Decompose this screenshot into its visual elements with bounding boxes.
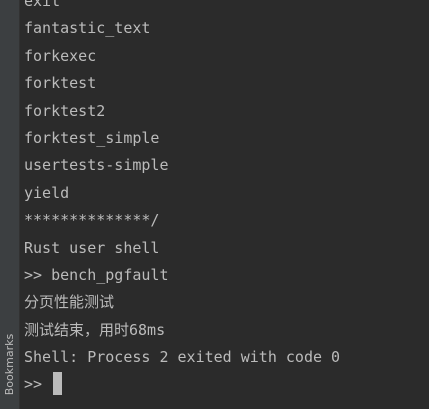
terminal-input-line[interactable]: >> <box>24 371 429 398</box>
terminal-line: forktest_simple <box>24 128 160 147</box>
terminal-line: usertests-simple <box>24 156 169 175</box>
terminal-line: forkexec <box>24 46 97 65</box>
terminal-line: Shell: Process 2 exited with code 0 <box>24 348 341 367</box>
terminal-line: >> bench_pgfault <box>24 265 169 284</box>
bookmarks-tab-label: Bookmarks <box>3 333 16 395</box>
shell-prompt: >> <box>24 375 52 394</box>
terminal-output[interactable]: exit fantastic_text forkexec forktest fo… <box>24 0 429 409</box>
terminal-line: exit <box>24 0 61 10</box>
terminal-cursor <box>53 371 63 395</box>
terminal-line: Rust user shell <box>24 238 160 257</box>
terminal-window: Bookmarks exit fantastic_text forkexec f… <box>0 0 429 409</box>
terminal-line: forktest <box>24 74 97 93</box>
terminal-line: 测试结束，用时68ms <box>24 320 166 339</box>
terminal-line: yield <box>24 183 70 202</box>
terminal-line: **************/ <box>24 211 160 230</box>
left-tool-strip: Bookmarks <box>0 0 20 409</box>
terminal-line: 分页性能测试 <box>24 293 115 312</box>
terminal-line: fantastic_text <box>24 19 151 38</box>
bookmarks-tab[interactable]: Bookmarks <box>0 319 19 409</box>
terminal-line: forktest2 <box>24 101 106 120</box>
